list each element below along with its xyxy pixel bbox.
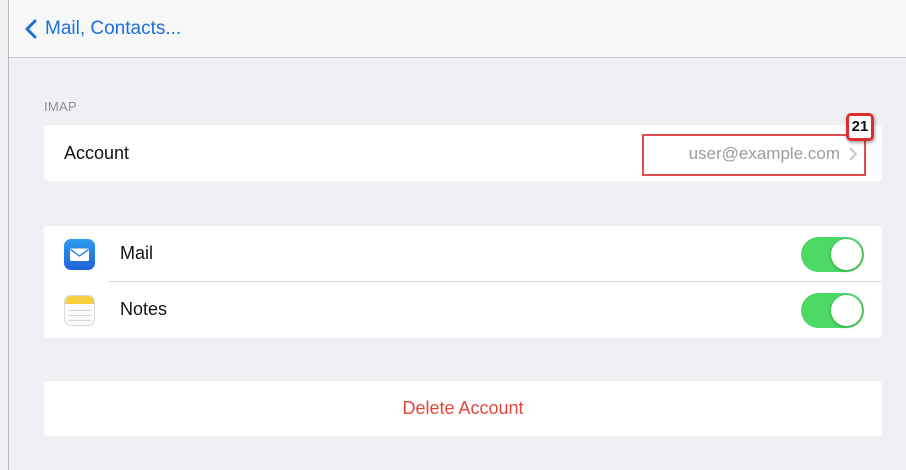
delete-account-button[interactable]: Delete Account	[44, 398, 882, 419]
notes-app-icon	[64, 295, 95, 326]
service-row-mail: Mail	[44, 226, 882, 282]
section-header: IMAP	[44, 99, 77, 114]
service-label-mail: Mail	[120, 243, 154, 263]
window-edge	[8, 0, 9, 470]
chevron-left-icon	[25, 19, 37, 39]
navigation-bar: Mail, Contacts...	[9, 0, 906, 58]
mail-toggle[interactable]	[801, 237, 864, 272]
delete-account-row[interactable]: Delete Account	[44, 381, 882, 436]
services-group: Mail Notes	[44, 226, 882, 338]
mail-toggle-knob	[831, 239, 862, 270]
back-button-label: Mail, Contacts...	[45, 18, 182, 39]
service-row-notes: Notes	[44, 282, 882, 338]
account-row[interactable]: Account user@example.com	[44, 125, 882, 181]
annotation-badge: 21	[846, 113, 874, 141]
notes-toggle[interactable]	[801, 293, 864, 328]
annotation-highlight-box	[642, 134, 866, 176]
service-label-notes: Notes	[120, 299, 168, 319]
notes-toggle-knob	[831, 295, 862, 326]
account-label: Account	[64, 143, 130, 163]
mail-app-icon	[64, 239, 95, 270]
back-button[interactable]: Mail, Contacts...	[21, 14, 181, 44]
